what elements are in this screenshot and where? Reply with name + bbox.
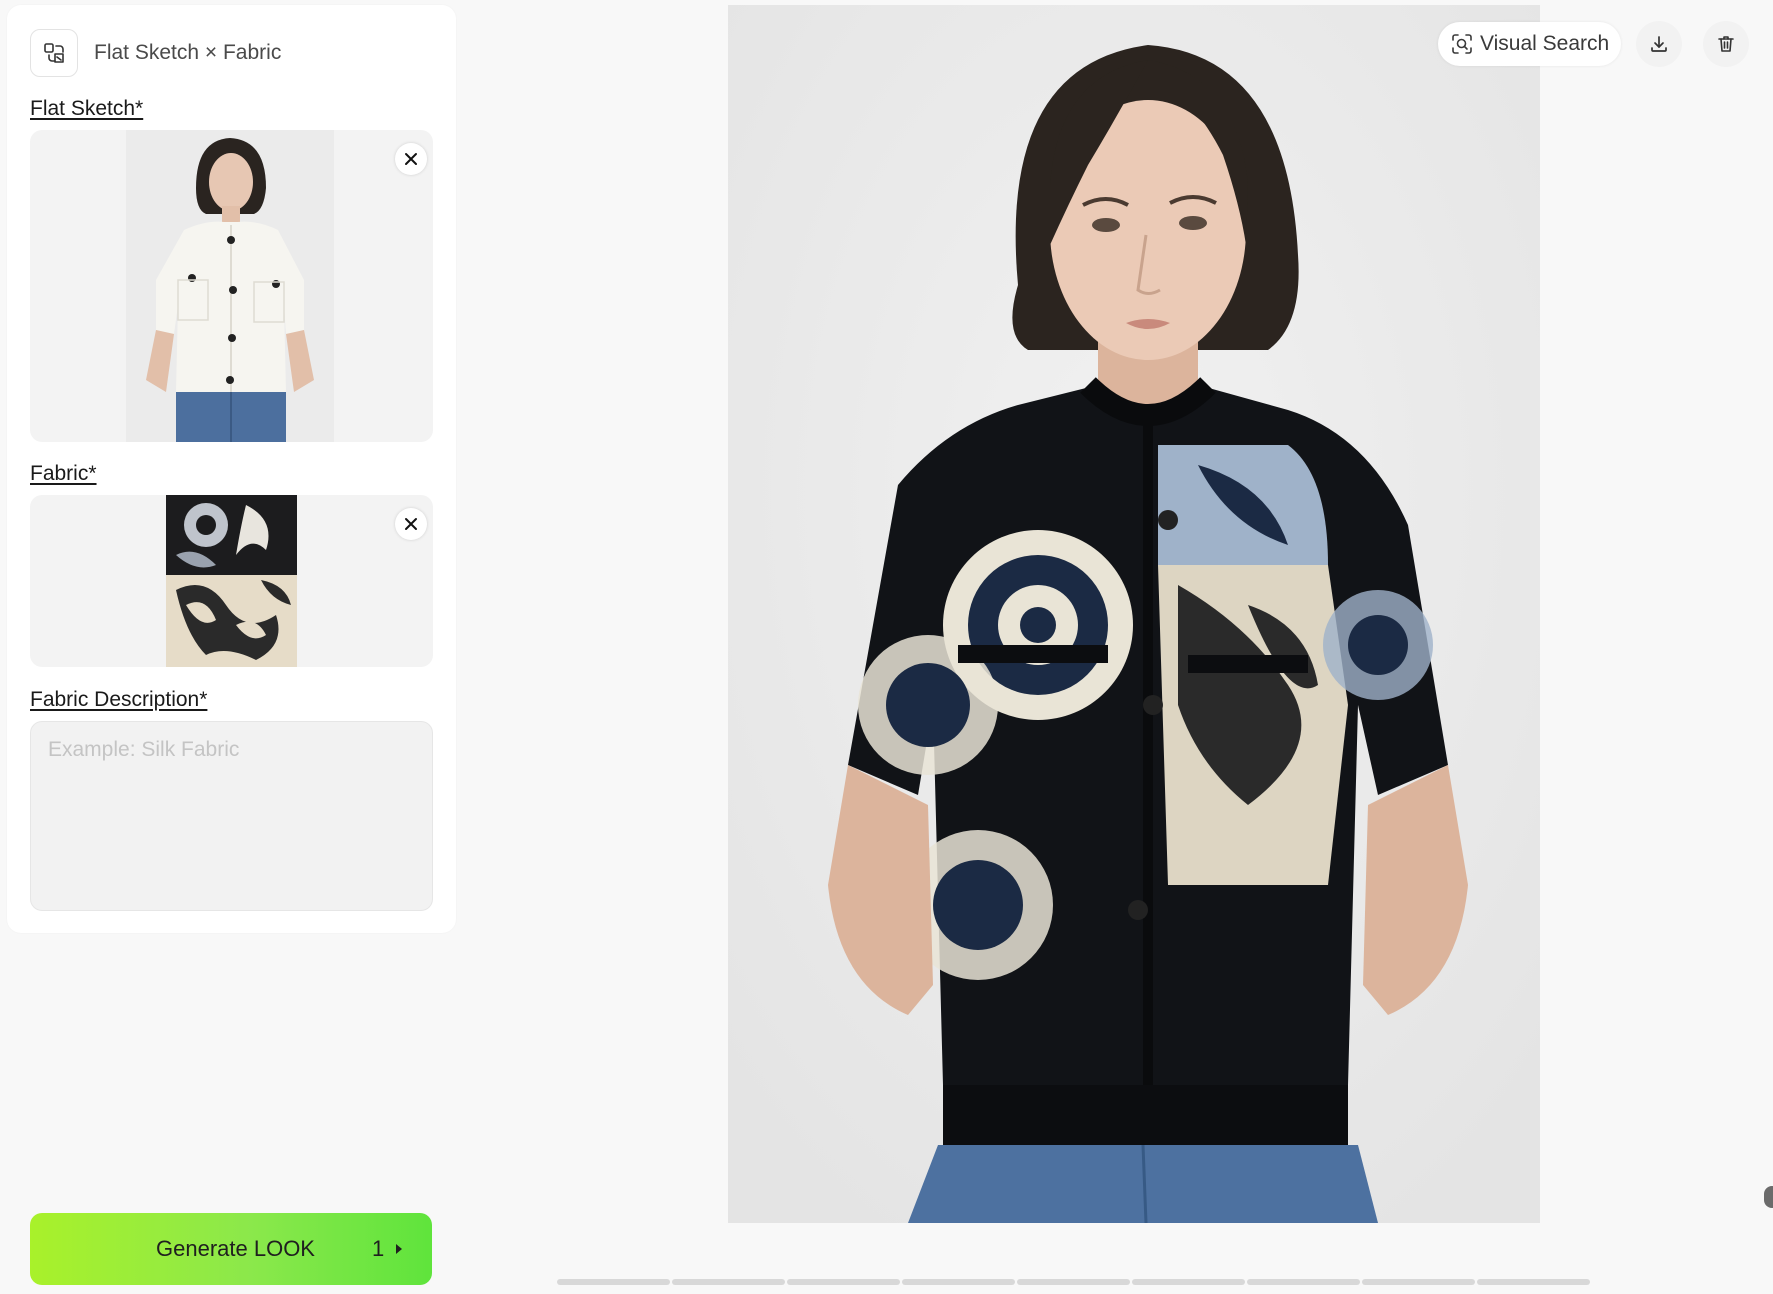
remove-fabric-button[interactable] bbox=[395, 508, 427, 540]
fabric-description-input[interactable] bbox=[30, 721, 433, 911]
pager-segment[interactable] bbox=[1132, 1279, 1245, 1285]
pager-segment[interactable] bbox=[1247, 1279, 1360, 1285]
fabric-upload[interactable] bbox=[30, 495, 433, 667]
pager-segment[interactable] bbox=[557, 1279, 670, 1285]
flat-sketch-image bbox=[126, 130, 334, 442]
download-icon bbox=[1651, 36, 1667, 52]
caret-right-icon bbox=[396, 1244, 402, 1254]
close-icon bbox=[405, 518, 417, 530]
panel-title: Flat Sketch × Fabric bbox=[94, 41, 282, 64]
fabric-description-label: Fabric Description* bbox=[30, 688, 208, 711]
app-root: Flat Sketch × Fabric Flat Sketch* Fabric… bbox=[0, 0, 1773, 1294]
download-button[interactable] bbox=[1636, 21, 1682, 67]
pager-segment[interactable] bbox=[902, 1279, 1015, 1285]
visual-search-label: Visual Search bbox=[1480, 32, 1610, 55]
pager-segment[interactable] bbox=[672, 1279, 785, 1285]
flat-sketch-label: Flat Sketch* bbox=[30, 97, 144, 120]
delete-button[interactable] bbox=[1703, 21, 1749, 67]
pager-segment[interactable] bbox=[1477, 1279, 1590, 1285]
mode-switch-button[interactable] bbox=[30, 29, 78, 77]
generate-count: 1 bbox=[372, 1236, 385, 1261]
generated-look-image bbox=[728, 5, 1540, 1223]
pager-segment[interactable] bbox=[787, 1279, 900, 1285]
close-icon bbox=[405, 153, 417, 165]
panel-header: Flat Sketch × Fabric bbox=[30, 29, 281, 77]
trash-icon bbox=[1718, 36, 1734, 52]
visual-search-button[interactable]: Visual Search bbox=[1438, 22, 1622, 66]
sketch-fabric-mode-icon bbox=[44, 43, 64, 63]
pager-segment[interactable] bbox=[1017, 1279, 1130, 1285]
visual-search-icon bbox=[1452, 34, 1472, 54]
pager-segment[interactable] bbox=[1362, 1279, 1475, 1285]
generate-look-button[interactable]: Generate LOOK 1 bbox=[30, 1213, 432, 1285]
image-toolbar: Visual Search bbox=[1438, 22, 1622, 66]
scroll-handle[interactable] bbox=[1764, 1186, 1773, 1208]
fabric-image bbox=[166, 495, 297, 667]
remove-flat-sketch-button[interactable] bbox=[395, 143, 427, 175]
generate-look-label: Generate LOOK bbox=[156, 1236, 315, 1261]
flat-sketch-upload[interactable] bbox=[30, 130, 433, 442]
fabric-label: Fabric* bbox=[30, 462, 97, 485]
result-pager bbox=[557, 1279, 1590, 1285]
